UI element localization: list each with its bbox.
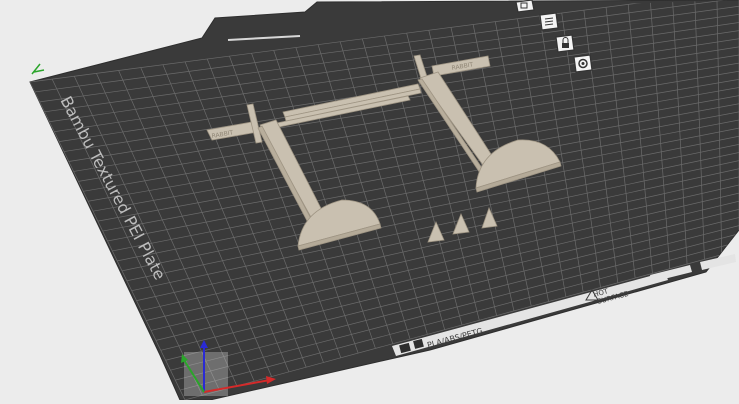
lock-icon[interactable] bbox=[553, 34, 577, 54]
3d-viewport[interactable]: Bambu Textured PEI Plate PLA/ABS/PETG HO… bbox=[0, 0, 739, 400]
cursor-mark-icon bbox=[32, 64, 44, 74]
build-plate bbox=[30, 0, 739, 400]
layers-icon[interactable] bbox=[513, 0, 537, 20]
settings-icon[interactable] bbox=[571, 54, 595, 74]
list-icon[interactable] bbox=[537, 12, 561, 32]
